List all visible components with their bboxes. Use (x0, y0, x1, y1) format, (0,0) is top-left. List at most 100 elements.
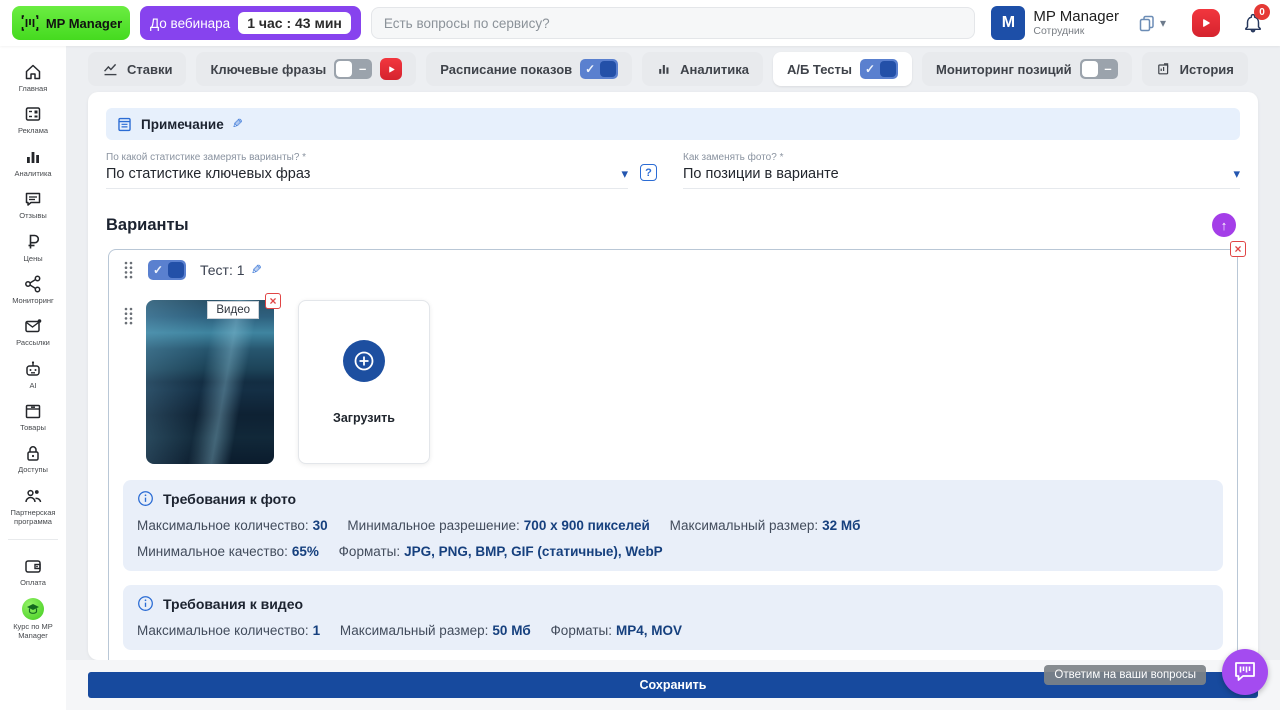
schedule-toggle[interactable]: ✓ (580, 59, 618, 79)
tab-video-help-button[interactable] (380, 58, 402, 80)
test-enabled-toggle[interactable]: ✓ (148, 260, 186, 280)
sidebar-item-mailings[interactable]: Рассылки (0, 314, 66, 349)
search-input[interactable] (371, 7, 975, 39)
toggle-knob (168, 262, 184, 278)
barcode-icon (20, 14, 40, 32)
photo-requirements-line2: Минимальное качество:65% Форматы:JPG, PN… (137, 544, 1209, 559)
tab-klyuchevye-frazy[interactable]: Ключевые фразы – (196, 52, 416, 86)
edit-note-icon[interactable]: ✎ (232, 116, 243, 132)
test-variant-card: × ✓ Тест: 1 ✎ В (108, 249, 1238, 660)
help-button[interactable]: ? (640, 164, 657, 181)
drag-handle-icon[interactable] (123, 260, 134, 280)
sidebar-item-ai[interactable]: AI (0, 357, 66, 392)
sidebar-item-label: Мониторинг (12, 296, 54, 305)
sidebar-item-monitoring[interactable]: Мониторинг (0, 272, 66, 307)
statistics-select[interactable]: По какой статистике замерять варианты? *… (106, 152, 628, 189)
top-header: MP Manager До вебинара 1 час : 43 мин M … (0, 0, 1280, 46)
tab-monitoring-pozitsiy[interactable]: Мониторинг позиций – (922, 52, 1132, 86)
delete-video-button[interactable]: × (265, 293, 281, 309)
sidebar-item-label: Партнерская программа (1, 508, 65, 527)
req-label: Максимальный размер: (670, 518, 819, 533)
sidebar-item-analytics[interactable]: Аналитика (0, 145, 66, 180)
toggle-knob (336, 61, 352, 77)
req-value: MP4, MOV (616, 623, 682, 638)
webinar-countdown[interactable]: До вебинара 1 час : 43 мин (140, 6, 361, 40)
copy-icon (1137, 13, 1157, 33)
sidebar-item-course[interactable]: Курс по MP Manager (0, 596, 66, 643)
drag-handle-icon[interactable] (123, 306, 134, 326)
req-label: Форматы: (339, 544, 400, 559)
user-name: MP Manager (1033, 9, 1119, 26)
toggle-knob (880, 61, 896, 77)
req-label: Максимальное количество: (137, 518, 309, 533)
sidebar-item-home[interactable]: Главная (0, 60, 66, 95)
video-requirements-box: Требования к видео Максимальное количест… (123, 585, 1223, 650)
req-label: Минимальное качество: (137, 544, 288, 559)
media-row: Видео × Загрузить (123, 300, 1223, 464)
notifications-button[interactable]: 0 (1238, 8, 1268, 38)
tab-raspisanie-pokazov[interactable]: Расписание показов ✓ (426, 52, 632, 86)
sidebar-item-products[interactable]: Товары (0, 399, 66, 434)
tab-analitika[interactable]: Аналитика (642, 52, 763, 86)
edit-test-name-icon[interactable]: ✎ (251, 262, 262, 278)
webinar-label: До вебинара (150, 16, 230, 31)
sidebar-item-ads[interactable]: Реклама (0, 102, 66, 137)
toggle-knob (600, 61, 616, 77)
check-icon: ✓ (153, 262, 163, 278)
logo-label: MP Manager (46, 16, 122, 31)
video-channel-button[interactable] (1192, 9, 1220, 37)
box-icon (23, 401, 43, 421)
note-bar[interactable]: Примечание ✎ (106, 108, 1240, 140)
scroll-top-button[interactable]: ↑ (1212, 213, 1236, 237)
req-value: 30 (313, 518, 328, 533)
envelope-icon (23, 316, 43, 336)
sidebar-item-label: Цены (23, 254, 42, 263)
position-monitoring-toggle[interactable]: – (1080, 59, 1118, 79)
video-thumbnail[interactable] (146, 300, 274, 464)
video-requirements-title: Требования к видео (163, 596, 303, 612)
lock-icon (23, 443, 43, 463)
sidebar-item-prices[interactable]: Цены (0, 230, 66, 265)
bar-chart-icon (23, 147, 43, 167)
sidebar-item-label: Аналитика (14, 169, 51, 178)
tab-stavki[interactable]: Ставки (88, 52, 186, 86)
chevron-down-icon: ▾ (1233, 166, 1240, 182)
graduation-cap-icon (22, 598, 44, 620)
req-label: Минимальное разрешение: (347, 518, 519, 533)
req-value: 50 Мб (492, 623, 530, 638)
webinar-timer: 1 час : 43 мин (238, 12, 351, 34)
tab-label: Аналитика (680, 62, 749, 77)
sidebar-item-reviews[interactable]: Отзывы (0, 187, 66, 222)
sidebar-item-access[interactable]: Доступы (0, 441, 66, 476)
keywords-toggle[interactable]: – (334, 59, 372, 79)
req-label: Максимальное количество: (137, 623, 309, 638)
tab-istoriya[interactable]: История (1142, 52, 1248, 86)
info-icon (137, 490, 154, 507)
req-value: 65% (292, 544, 319, 559)
note-icon (116, 116, 133, 133)
chevron-down-icon: ▾ (621, 166, 628, 182)
tab-label: Ключевые фразы (210, 62, 326, 77)
delete-test-button[interactable]: × (1230, 241, 1246, 257)
mp-manager-logo[interactable]: MP Manager (12, 6, 130, 40)
sidebar-item-label: Оплата (20, 578, 46, 587)
upload-media-button[interactable]: Загрузить (298, 300, 430, 464)
people-icon (23, 486, 43, 506)
photo-replace-select[interactable]: Как заменять фото? * По позиции в вариан… (683, 152, 1240, 189)
user-menu[interactable]: M MP Manager Сотрудник (991, 6, 1119, 40)
upload-label: Загрузить (333, 411, 395, 425)
tab-ab-testy[interactable]: А/Б Тесты ✓ (773, 52, 912, 86)
req-label: Максимальный размер: (340, 623, 489, 638)
select-value: По позиции в варианте (683, 166, 839, 182)
account-switcher[interactable]: ▾ (1137, 13, 1166, 33)
photo-requirements-title: Требования к фото (163, 491, 296, 507)
req-label: Форматы: (551, 623, 612, 638)
ab-tests-toggle[interactable]: ✓ (860, 59, 898, 79)
req-value: 32 Мб (822, 518, 860, 533)
req-value: 1 (313, 623, 321, 638)
photo-requirements-line1: Максимальное количество: 30 Минимальное р… (137, 518, 1209, 533)
sidebar-item-payment[interactable]: Оплата (0, 554, 66, 589)
chat-widget-button[interactable] (1222, 649, 1268, 695)
check-icon: ✓ (585, 61, 595, 77)
sidebar-item-partner-program[interactable]: Партнерская программа (0, 484, 66, 529)
